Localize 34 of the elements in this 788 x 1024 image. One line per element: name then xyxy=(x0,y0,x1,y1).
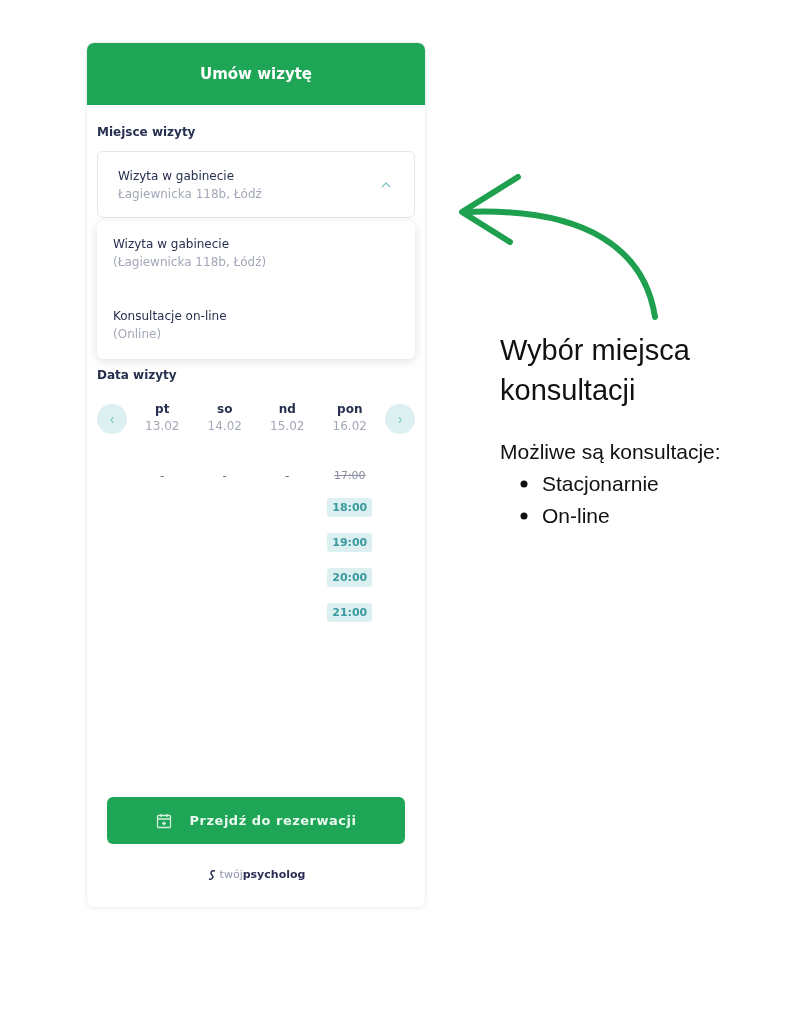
time-slot[interactable]: 21:00 xyxy=(327,603,373,622)
field-label: Data wizyty xyxy=(97,368,178,382)
next-button[interactable]: › xyxy=(385,404,415,434)
day-name: nd xyxy=(278,402,296,416)
day-date: 16.02 xyxy=(332,419,367,433)
annotation-text: Możliwe są konsultacje: xyxy=(500,440,722,464)
place-select[interactable]: Wizyta w gabinecie Łagiewnicka 118b, Łódź xyxy=(97,151,415,218)
dropdown-option[interactable]: Konsultacje on-line (Online) xyxy=(113,301,399,351)
previous-button[interactable]: ‹ xyxy=(97,404,127,434)
day-date: 13.02 xyxy=(145,419,180,433)
day-date: 14.02 xyxy=(207,419,242,433)
time-slot[interactable]: 18:00 xyxy=(327,498,373,517)
list-item: On-line xyxy=(542,504,610,528)
field-label: Miejsce wizyty xyxy=(97,125,197,139)
bullet-icon xyxy=(520,512,528,520)
dropdown-option[interactable]: Wizyta w gabinecie (Łagiewnicka 118b, Łódź) xyxy=(113,229,399,279)
bullet-icon xyxy=(520,480,528,488)
logo-icon xyxy=(206,868,217,881)
calendar-icon xyxy=(155,812,172,829)
annotation-title: Wybór miejsca konsultacji xyxy=(500,333,691,408)
no-slot: - xyxy=(222,469,227,483)
brand-logo: twójpsycholog xyxy=(219,868,306,881)
day-name: pt xyxy=(155,402,170,416)
list-item: Stacjonarnie xyxy=(542,472,659,496)
widget-title: Umów wizytę xyxy=(199,65,312,83)
no-slot: - xyxy=(285,469,290,483)
day-name: pon xyxy=(337,402,363,416)
booking-button[interactable]: Przejdź do rezerwacji xyxy=(107,797,405,844)
time-slot: 17:00 xyxy=(333,469,366,482)
time-slot[interactable]: 19:00 xyxy=(327,533,373,552)
no-slot: - xyxy=(160,469,165,483)
time-slot[interactable]: 20:00 xyxy=(327,568,373,587)
day-name: so xyxy=(217,402,233,416)
day-date: 15.02 xyxy=(270,419,305,433)
